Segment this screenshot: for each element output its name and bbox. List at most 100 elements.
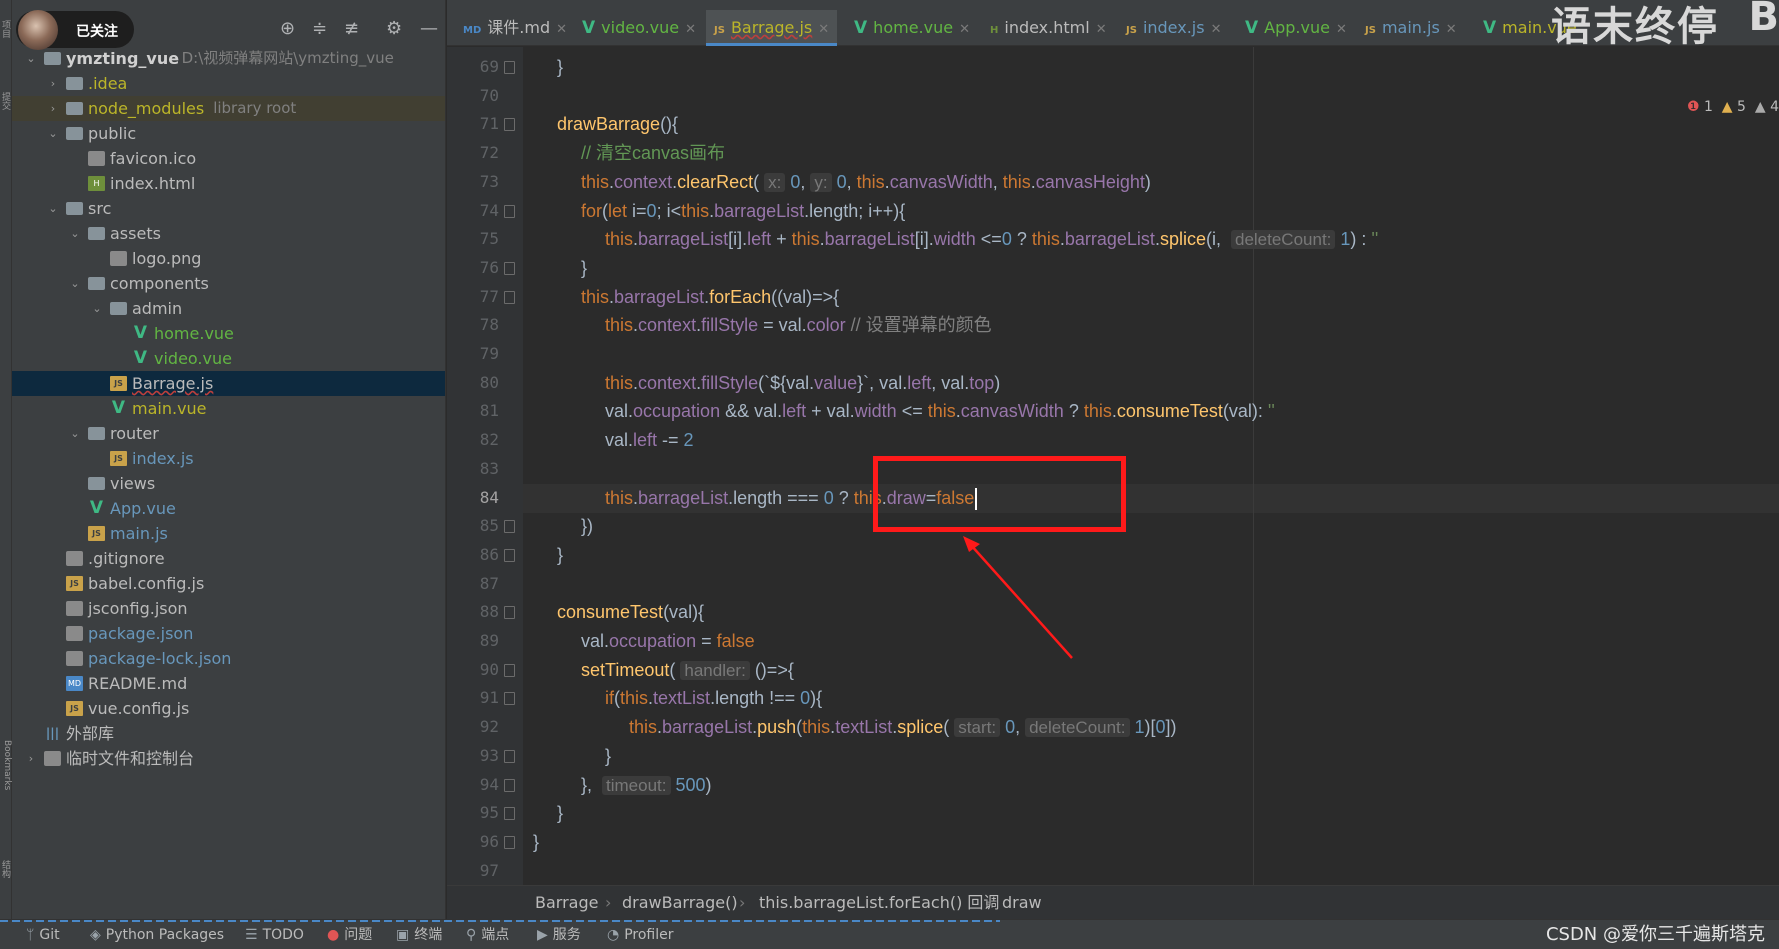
tab-md[interactable]: MD 课件.md ✕	[455, 10, 575, 46]
tree-item[interactable]: Vmain.vue	[12, 396, 445, 421]
fold-marker-icon[interactable]	[504, 606, 515, 620]
inspection-widget[interactable]: ❶ 1 ▲ 5 ▲ 4	[1687, 99, 1779, 115]
tree-item[interactable]: › .idea	[12, 71, 445, 96]
chevron-down-icon[interactable]: ⌄	[24, 46, 38, 71]
tree-item[interactable]: Hindex.html	[12, 171, 445, 196]
close-icon[interactable]: ✕	[1211, 22, 1222, 37]
status-item-services[interactable]: ▶ 服务	[537, 920, 581, 949]
fold-marker-icon[interactable]	[504, 261, 515, 275]
tab-barrage-js[interactable]: JS Barrage.js ✕	[706, 10, 838, 46]
chevron-down-icon[interactable]: ⌄	[68, 271, 82, 296]
status-item-problems[interactable]: ● 问题	[327, 920, 372, 949]
tree-item[interactable]: V App.vue	[12, 496, 445, 521]
breadcrumb-item-field[interactable]: draw	[1002, 886, 1042, 920]
tree-item[interactable]: package.json	[12, 621, 445, 646]
fold-marker-icon[interactable]	[504, 520, 515, 534]
chevron-right-icon[interactable]: ›	[46, 96, 60, 121]
chevron-down-icon[interactable]: ⌄	[68, 221, 82, 246]
close-icon[interactable]: ✕	[818, 22, 829, 37]
fold-marker-icon[interactable]	[504, 692, 515, 706]
commit-tool-label[interactable]: 提交	[0, 92, 12, 110]
minimize-icon[interactable]: —	[420, 18, 438, 39]
collapse-all-icon[interactable]: ≢	[344, 18, 359, 39]
breadcrumb-item-file[interactable]: Barrage	[535, 886, 598, 920]
close-icon[interactable]: ✕	[1446, 22, 1457, 37]
structure-tool-label[interactable]: 结构	[0, 860, 12, 878]
tab-main-js[interactable]: JS main.js ✕	[1357, 10, 1465, 46]
close-icon[interactable]: ✕	[685, 22, 696, 37]
tree-item[interactable]: › 临时文件和控制台	[12, 746, 445, 771]
fold-marker-icon[interactable]	[504, 749, 515, 763]
chevron-down-icon[interactable]: ⌄	[46, 196, 60, 221]
close-icon[interactable]: ✕	[1336, 22, 1347, 37]
code-token: 0	[1155, 717, 1166, 738]
tree-item[interactable]: ⌄ components	[12, 271, 445, 296]
chevron-right-icon[interactable]: ›	[24, 746, 38, 771]
fold-marker-icon[interactable]	[504, 778, 515, 792]
status-item-endpoints[interactable]: ⚲ 端点	[466, 920, 509, 949]
breadcrumb-item-method[interactable]: drawBarrage()	[622, 886, 738, 920]
tree-item[interactable]: JS main.js	[12, 521, 445, 546]
breadcrumb-item-callback[interactable]: this.barrageList.forEach() 回调	[759, 886, 999, 920]
tree-item[interactable]: JS index.js	[12, 446, 445, 471]
tree-item[interactable]: › node_modules library root	[12, 96, 445, 121]
fold-marker-icon[interactable]	[504, 663, 515, 677]
fold-marker-icon[interactable]	[504, 835, 515, 849]
status-item-packages[interactable]: ◈ Python Packages	[90, 920, 224, 949]
tree-item[interactable]: MD README.md	[12, 671, 445, 696]
tree-item[interactable]: ||| 外部库	[12, 721, 445, 746]
close-icon[interactable]: ✕	[556, 22, 567, 37]
tree-item[interactable]: ⌄ src	[12, 196, 445, 221]
fold-marker-icon[interactable]	[504, 204, 515, 218]
code-token: ''	[1267, 401, 1275, 422]
tab-index-html[interactable]: Hindex.html ✕	[982, 10, 1115, 46]
status-item-todo[interactable]: ☰ TODO	[245, 920, 304, 949]
tree-item[interactable]: Vvideo.vue	[12, 346, 445, 371]
project-tool-label[interactable]: 项目	[0, 20, 12, 38]
fold-marker-icon[interactable]	[504, 548, 515, 562]
tree-item[interactable]: JS vue.config.js	[12, 696, 445, 721]
crosshair-icon[interactable]: ⊕	[280, 18, 295, 39]
line-number: 75	[479, 229, 499, 249]
chevron-down-icon[interactable]: ⌄	[68, 421, 82, 446]
tab-app-vue[interactable]: V App.vue ✕	[1237, 10, 1355, 46]
code-token: },	[581, 774, 603, 795]
fold-marker-icon[interactable]	[504, 290, 515, 304]
code-token: canvasWidth	[889, 171, 993, 192]
expand-all-icon[interactable]: ≑	[312, 18, 327, 39]
close-icon[interactable]: ✕	[959, 22, 970, 37]
line-number-gutter[interactable]: 69 70 71 72 73 74 75 76 77 78 79 80 81 82 83 84 85 86 87 88…	[447, 47, 523, 885]
tree-item[interactable]: logo.png	[12, 246, 445, 271]
close-icon[interactable]: ✕	[1096, 22, 1107, 37]
fold-marker-icon[interactable]	[504, 807, 515, 821]
tree-item[interactable]: JS Barrage.js	[12, 371, 445, 396]
status-item-profiler[interactable]: ◔ Profiler	[607, 920, 674, 949]
tab-video-vue[interactable]: Vvideo.vue ✕	[574, 10, 704, 46]
chevron-down-icon[interactable]: ⌄	[90, 296, 104, 321]
gear-icon[interactable]: ⚙	[386, 18, 402, 39]
chevron-down-icon[interactable]: ⌄	[46, 121, 60, 146]
tree-item[interactable]: Vhome.vue	[12, 321, 445, 346]
fold-marker-icon[interactable]	[504, 118, 515, 132]
status-item-git[interactable]: ᛘ Git	[26, 920, 60, 949]
tab-home-vue[interactable]: Vhome.vue ✕	[846, 10, 978, 46]
tree-item[interactable]: ⌄ admin	[12, 296, 445, 321]
tree-item-label: index.html	[110, 174, 196, 193]
tree-item[interactable]: jsconfig.json	[12, 596, 445, 621]
tree-item[interactable]: ⌄ public	[12, 121, 445, 146]
tree-item[interactable]: ⌄ assets	[12, 221, 445, 246]
tree-item[interactable]: favicon.ico	[12, 146, 445, 171]
code-editor[interactable]: } drawBarrage(){// 清空canvas画布 this.context…	[523, 47, 1779, 885]
fold-marker-icon[interactable]	[504, 61, 515, 74]
tree-item[interactable]: JS babel.config.js	[12, 571, 445, 596]
tree-item[interactable]: .gitignore	[12, 546, 445, 571]
bookmarks-tool-label[interactable]: Bookmarks	[0, 740, 12, 790]
code-token: width	[854, 401, 897, 422]
tree-item[interactable]: views	[12, 471, 445, 496]
tab-index-js[interactable]: JS index.js ✕	[1118, 10, 1229, 46]
status-item-terminal[interactable]: ▣ 终端	[396, 920, 442, 949]
tree-item[interactable]: package-lock.json	[12, 646, 445, 671]
tree-item[interactable]: ⌄ router	[12, 421, 445, 446]
tree-item[interactable]: ⌄ ymzting_vue D:\视频弹幕网站\ymzting_vue	[12, 46, 445, 71]
chevron-right-icon[interactable]: ›	[46, 71, 60, 96]
